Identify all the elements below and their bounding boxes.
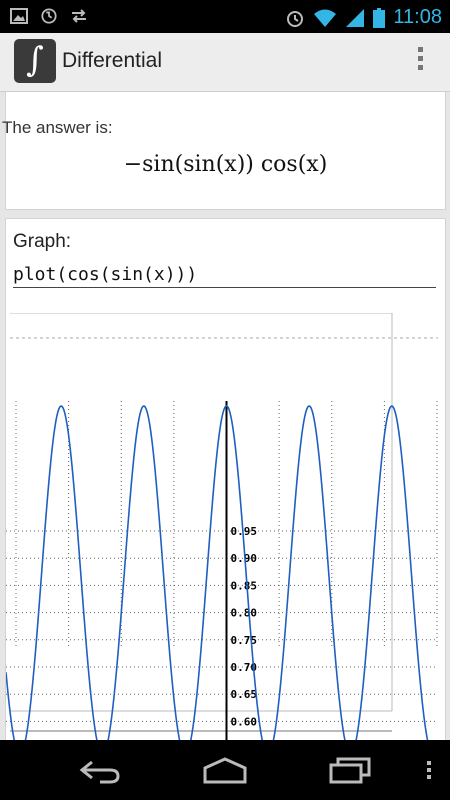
y-tick-label: 0.60 [231, 715, 258, 728]
battery-icon [373, 7, 386, 28]
back-icon[interactable] [78, 758, 122, 784]
y-tick-label: 0.90 [231, 552, 258, 565]
status-time: 11:08 [393, 6, 442, 28]
overflow-menu-icon[interactable] [418, 47, 426, 74]
app-icon[interactable]: ∫ [14, 39, 56, 83]
y-tick-label: 0.65 [231, 688, 258, 701]
alarm-icon [287, 10, 304, 27]
home-icon[interactable] [201, 756, 249, 784]
action-bar: ∫ Differential [0, 33, 450, 92]
graph-label: Graph: [13, 231, 72, 252]
y-tick-label: 0.85 [231, 579, 258, 592]
curve-cos-sin-x [6, 405, 429, 740]
answer-expression: −sin(sin(x)) cos(x) [123, 152, 328, 177]
app-title: Differential [62, 49, 162, 72]
answer-card: The answer is: −sin(sin(x)) cos(x) [2, 92, 446, 210]
graph-card: Graph: -8-6-4-202468.550.600.650.700.750… [5, 218, 446, 740]
answer-label: The answer is: [2, 118, 113, 137]
sync-icon [72, 9, 86, 23]
y-tick-label: 0.80 [231, 607, 258, 620]
image-icon [10, 8, 28, 24]
nav-menu-icon[interactable] [427, 761, 432, 779]
wifi-icon [314, 9, 337, 27]
content-scroll[interactable]: The answer is: −sin(sin(x)) cos(x) Graph… [0, 92, 450, 740]
viber-icon [41, 8, 57, 24]
graph-plot[interactable]: -8-6-4-202468.550.600.650.700.750.800.85… [6, 313, 445, 740]
signal-icon [346, 8, 365, 27]
recents-icon[interactable] [328, 756, 372, 784]
status-bar: 11:08 [0, 0, 450, 33]
navigation-bar [0, 740, 450, 800]
y-tick-label: 0.75 [231, 634, 258, 647]
graph-input[interactable] [13, 261, 436, 288]
